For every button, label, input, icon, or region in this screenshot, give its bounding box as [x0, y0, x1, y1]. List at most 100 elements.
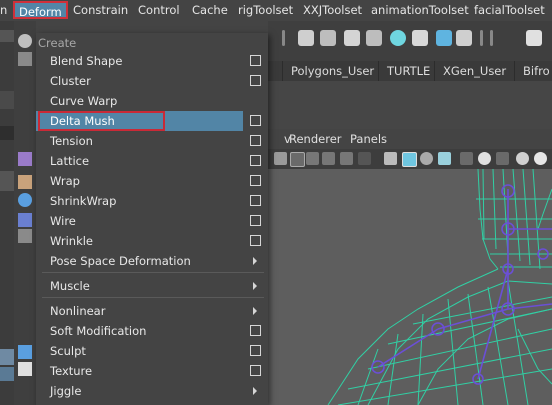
motion-blur-icon[interactable] [534, 152, 547, 165]
camera-icon[interactable] [274, 152, 287, 165]
sphere-icon[interactable] [18, 193, 32, 207]
option-box-icon[interactable] [250, 215, 261, 226]
menu-item-texture[interactable]: Texture [36, 361, 268, 381]
menu-item-jiggle[interactable]: Jiggle [36, 381, 268, 401]
menu-item-sculpt[interactable]: Sculpt [36, 341, 268, 361]
menu-divider [42, 272, 264, 273]
menu-control[interactable]: Control [138, 3, 180, 17]
wireframe-icon[interactable] [384, 152, 397, 165]
menu-item-label: Tension [50, 134, 93, 148]
option-box-icon[interactable] [250, 75, 261, 86]
annotation-highlight-box [38, 111, 165, 131]
use-lights-icon[interactable] [460, 152, 473, 165]
menu-item-wire[interactable]: Wire [36, 211, 268, 231]
menu-animationtoolset[interactable]: animationToolset [371, 3, 469, 17]
menu-item-blend-shape[interactable]: Blend Shape [36, 51, 268, 71]
menu-deform[interactable]: Deform [13, 1, 68, 19]
render-sequence-icon[interactable] [320, 30, 336, 46]
menu-cache[interactable]: Cache [192, 3, 228, 17]
shaded-wire-icon[interactable] [420, 152, 433, 165]
menu-item-muscle[interactable]: Muscle [36, 276, 268, 296]
smooth-shade-icon[interactable] [402, 152, 417, 167]
hypershade-icon[interactable] [390, 30, 406, 46]
grid-icon[interactable] [290, 152, 305, 167]
shadows-icon[interactable] [496, 152, 509, 165]
select-tool-icon[interactable] [18, 34, 32, 48]
toolbar-divider [490, 30, 493, 46]
resolution-gate-icon[interactable] [322, 152, 335, 165]
menu-item-soft-modification[interactable]: Soft Modification [36, 321, 268, 341]
menu-item-label: Curve Warp [50, 94, 118, 108]
cube-icon[interactable] [18, 345, 32, 359]
textured-icon[interactable] [438, 152, 451, 165]
submenu-arrow-icon [253, 307, 257, 315]
user-icon[interactable] [526, 30, 542, 46]
menu-item-label: ShrinkWrap [50, 194, 117, 208]
option-box-icon[interactable] [250, 235, 261, 246]
render-icon[interactable] [298, 30, 314, 46]
panel-block [0, 349, 14, 365]
tool-icon[interactable] [18, 229, 32, 243]
menu-facialtoolset[interactable]: facialToolset [474, 3, 545, 17]
toolbar-divider [480, 30, 483, 46]
sculpt-icon[interactable] [456, 30, 472, 46]
toolbar-divider [282, 30, 285, 46]
menu-item-label: Pose Space Deformation [50, 254, 191, 268]
tab-xgen-user[interactable]: XGen_User [434, 61, 514, 81]
menu-item-pose-space-deformation[interactable]: Pose Space Deformation [36, 251, 268, 271]
menu-rigtoolset[interactable]: rigToolset [238, 3, 293, 17]
option-box-icon[interactable] [250, 345, 261, 356]
light-bulb-icon[interactable] [478, 152, 491, 165]
cube-icon[interactable] [18, 152, 32, 166]
option-box-icon[interactable] [250, 155, 261, 166]
tab-turtle[interactable]: TURTLE [378, 61, 438, 81]
panel-block [0, 171, 14, 191]
menu-item-wrinkle[interactable]: Wrinkle [36, 231, 268, 251]
menu-item-label: Soft Modification [50, 324, 147, 338]
status-toolbar [268, 21, 552, 62]
layer-icon[interactable] [18, 213, 32, 227]
tab-polygons-user[interactable]: Polygons_User [282, 61, 382, 81]
panel-block [0, 30, 14, 42]
left-panel-edge [0, 21, 14, 405]
field-chart-icon[interactable] [358, 152, 371, 165]
menu-item-wrap[interactable]: Wrap [36, 171, 268, 191]
menu-item-curve-warp[interactable]: Curve Warp [36, 91, 268, 111]
move-tool-icon[interactable] [18, 52, 32, 66]
menu-partial[interactable]: n [0, 3, 7, 17]
render-view-icon[interactable] [412, 30, 428, 46]
safe-action-icon[interactable] [340, 152, 353, 165]
option-box-icon[interactable] [250, 55, 261, 66]
pause-icon[interactable] [436, 30, 452, 46]
ipr-icon[interactable] [344, 30, 360, 46]
menu-item-nonlinear[interactable]: Nonlinear [36, 301, 268, 321]
paint-icon[interactable] [18, 175, 32, 189]
menu-section-create: Create [36, 33, 268, 51]
film-gate-icon[interactable] [306, 152, 319, 165]
option-box-icon[interactable] [250, 175, 261, 186]
menu-item-cluster[interactable]: Cluster [36, 71, 268, 91]
shelf-content [268, 81, 552, 129]
option-box-icon[interactable] [250, 135, 261, 146]
menu-constrain[interactable]: Constrain [73, 3, 128, 17]
tab-bifrost[interactable]: Bifro [514, 61, 552, 81]
option-box-icon[interactable] [250, 365, 261, 376]
ambient-occlusion-icon[interactable] [516, 152, 529, 165]
menu-item-label: Muscle [50, 279, 90, 293]
submenu-arrow-icon [253, 257, 257, 265]
menu-renderer[interactable]: Renderer [289, 132, 342, 146]
checker-icon[interactable] [18, 362, 32, 376]
menu-item-shrinkwrap[interactable]: ShrinkWrap [36, 191, 268, 211]
option-box-icon[interactable] [250, 195, 261, 206]
render-settings-icon[interactable] [366, 30, 382, 46]
menu-item-lattice[interactable]: Lattice [36, 151, 268, 171]
viewport-menubar: v Renderer Panels [268, 129, 552, 149]
menu-xxjtoolset[interactable]: XXJToolset [303, 3, 362, 17]
panel-block [0, 367, 14, 381]
option-box-icon[interactable] [250, 115, 261, 126]
option-box-icon[interactable] [250, 325, 261, 336]
viewport-3d[interactable] [268, 169, 552, 405]
panel-block [0, 91, 14, 109]
menu-item-tension[interactable]: Tension [36, 131, 268, 151]
menu-panels[interactable]: Panels [350, 132, 387, 146]
